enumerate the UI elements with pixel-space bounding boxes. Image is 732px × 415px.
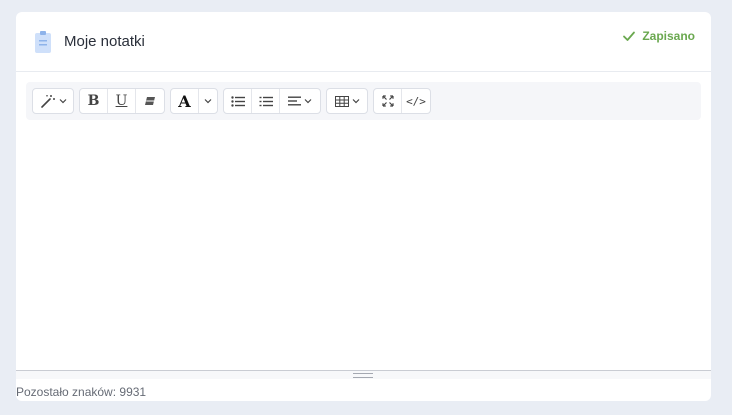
editor-toolbar: B U A </> <box>26 82 701 120</box>
underline-icon: U <box>115 93 128 109</box>
eraser-icon <box>145 97 155 105</box>
paragraph-group <box>223 88 321 114</box>
unordered-list-icon <box>230 95 245 107</box>
chevron-down-icon <box>304 99 312 104</box>
save-status: Zapisano <box>622 29 695 43</box>
code-view-icon: </> <box>406 94 426 108</box>
magic-style-button[interactable] <box>33 89 73 113</box>
checkmark-icon <box>623 31 636 41</box>
ordered-list-button[interactable] <box>252 89 280 113</box>
resize-handle-icon[interactable] <box>353 373 373 378</box>
align-icon <box>288 96 301 106</box>
underline-button[interactable]: U <box>108 89 136 113</box>
save-status-label: Zapisano <box>642 29 695 43</box>
fullscreen-icon <box>381 95 394 107</box>
table-group <box>326 88 368 114</box>
notes-card: Moje notatki Zapisano B U A </> Pozostał… <box>16 12 711 401</box>
code-view-button[interactable]: </> <box>402 89 430 113</box>
font-color-button[interactable]: A <box>171 89 199 113</box>
chevron-down-icon <box>352 99 359 104</box>
editor-resize-bar[interactable] <box>16 370 711 379</box>
bold-button[interactable]: B <box>80 89 108 113</box>
table-button[interactable] <box>327 89 367 113</box>
fullscreen-button[interactable] <box>374 89 402 113</box>
rich-text-editor: B U A </> <box>16 73 711 383</box>
bold-icon: B <box>87 93 100 109</box>
font-color-icon: A <box>178 91 191 111</box>
unordered-list-button[interactable] <box>224 89 252 113</box>
style-group <box>32 88 74 114</box>
view-group: </> <box>373 88 431 114</box>
chevron-down-icon <box>59 99 66 104</box>
font-color-dropdown[interactable] <box>199 89 217 113</box>
editor-content[interactable] <box>16 131 711 371</box>
card-header: Moje notatki Zapisano <box>16 12 711 72</box>
table-icon <box>334 95 349 107</box>
font-color-group: A <box>170 88 218 114</box>
align-button[interactable] <box>280 89 320 113</box>
magic-wand-icon <box>40 95 55 108</box>
clear-format-button[interactable] <box>136 89 164 113</box>
ordered-list-icon <box>259 96 273 106</box>
format-group: B U <box>79 88 165 114</box>
card-title: Moje notatki <box>64 33 145 50</box>
clipboard-icon <box>35 31 51 53</box>
chevron-down-icon <box>204 99 212 104</box>
remaining-characters: Pozostało znaków: 9931 <box>16 385 147 399</box>
